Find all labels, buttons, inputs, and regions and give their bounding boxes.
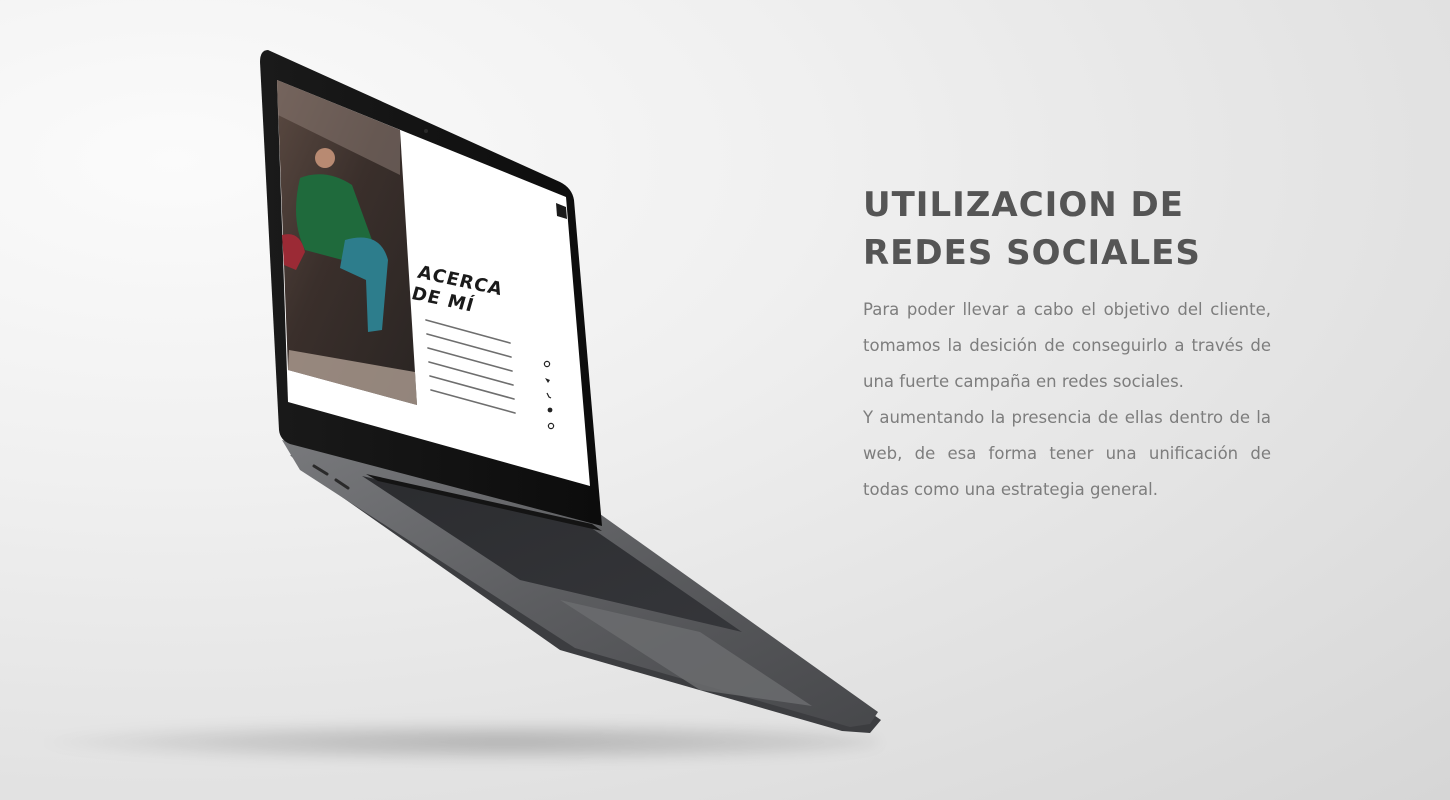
- whatsapp-icon: [547, 407, 553, 413]
- webcam: [424, 129, 428, 133]
- description-paragraph-1: Para poder llevar a cabo el objetivo del…: [863, 300, 1271, 391]
- page-background: ACERCA DE MÍ UTILIZACION DE REDES SOCIAL…: [0, 0, 1450, 800]
- section-title-line2: REDES SOCIALES: [863, 233, 1201, 273]
- section-description: Para poder llevar a cabo el objetivo del…: [863, 292, 1271, 508]
- section-title-line1: UTILIZACION DE: [863, 185, 1184, 225]
- section-title: UTILIZACION DE REDES SOCIALES: [863, 181, 1283, 277]
- photo-person-head: [315, 148, 335, 168]
- description-paragraph-2: Y aumentando la presencia de ellas dentr…: [863, 408, 1271, 499]
